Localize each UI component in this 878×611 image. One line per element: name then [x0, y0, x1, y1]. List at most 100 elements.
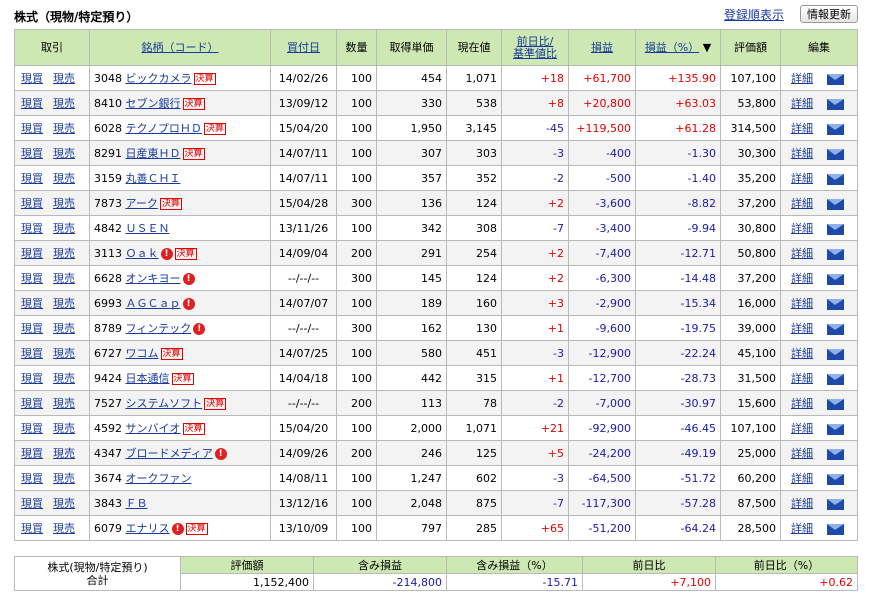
detail-link[interactable]: 詳細	[791, 122, 813, 135]
buy-link[interactable]: 現買	[21, 447, 43, 460]
buy-link[interactable]: 現買	[21, 522, 43, 535]
mail-icon[interactable]	[827, 323, 844, 335]
stock-name-link[interactable]: Ｏａｋ	[126, 247, 159, 260]
sell-link[interactable]: 現売	[53, 222, 75, 235]
detail-link[interactable]: 詳細	[791, 397, 813, 410]
detail-link[interactable]: 詳細	[791, 97, 813, 110]
sell-link[interactable]: 現売	[53, 347, 75, 360]
settlement-badge[interactable]: 決算	[174, 248, 197, 260]
buy-link[interactable]: 現買	[21, 497, 43, 510]
mail-icon[interactable]	[827, 123, 844, 135]
settlement-badge[interactable]: 決算	[185, 523, 208, 535]
sell-link[interactable]: 現売	[53, 397, 75, 410]
stock-name-link[interactable]: ＦＢ	[126, 497, 148, 510]
settlement-badge[interactable]: 決算	[160, 348, 183, 360]
mail-icon[interactable]	[827, 498, 844, 510]
mail-icon[interactable]	[827, 523, 844, 535]
settlement-badge[interactable]: 決算	[204, 398, 227, 410]
mail-icon[interactable]	[827, 398, 844, 410]
sell-link[interactable]: 現売	[53, 247, 75, 260]
detail-link[interactable]: 詳細	[791, 372, 813, 385]
header-plpct[interactable]: 損益（%） ▼	[635, 29, 721, 66]
refresh-button[interactable]: 情報更新	[800, 5, 858, 23]
buy-link[interactable]: 現買	[21, 322, 43, 335]
header-name[interactable]: 銘柄（コード）	[89, 29, 271, 66]
buy-link[interactable]: 現買	[21, 72, 43, 85]
buy-link[interactable]: 現買	[21, 472, 43, 485]
stock-name-link[interactable]: アーク	[126, 197, 158, 210]
detail-link[interactable]: 詳細	[791, 422, 813, 435]
stock-name-link[interactable]: オークファン	[126, 472, 192, 485]
sell-link[interactable]: 現売	[53, 372, 75, 385]
buy-link[interactable]: 現買	[21, 347, 43, 360]
stock-name-link[interactable]: ＵＳＥＮ	[126, 222, 170, 235]
buy-link[interactable]: 現買	[21, 422, 43, 435]
stock-name-link[interactable]: オンキヨー	[126, 272, 181, 285]
settlement-badge[interactable]: 決算	[182, 423, 205, 435]
buy-link[interactable]: 現買	[21, 122, 43, 135]
header-pl[interactable]: 損益	[568, 29, 636, 66]
sell-link[interactable]: 現売	[53, 172, 75, 185]
stock-name-link[interactable]: 日本通信	[126, 372, 170, 385]
detail-link[interactable]: 詳細	[791, 322, 813, 335]
sell-link[interactable]: 現売	[53, 497, 75, 510]
sell-link[interactable]: 現売	[53, 122, 75, 135]
alert-icon[interactable]: !	[193, 323, 206, 335]
mail-icon[interactable]	[827, 173, 844, 185]
stock-name-link[interactable]: ワコム	[126, 347, 159, 360]
buy-link[interactable]: 現買	[21, 297, 43, 310]
detail-link[interactable]: 詳細	[791, 72, 813, 85]
buy-link[interactable]: 現買	[21, 222, 43, 235]
stock-name-link[interactable]: ビックカメラ	[126, 72, 192, 85]
detail-link[interactable]: 詳細	[791, 197, 813, 210]
stock-name-link[interactable]: テクノプロＨＤ	[126, 122, 202, 135]
mail-icon[interactable]	[827, 348, 844, 360]
sell-link[interactable]: 現売	[53, 447, 75, 460]
sell-link[interactable]: 現売	[53, 72, 75, 85]
alert-icon[interactable]: !	[182, 273, 195, 285]
buy-link[interactable]: 現買	[21, 197, 43, 210]
mail-icon[interactable]	[827, 98, 844, 110]
buy-link[interactable]: 現買	[21, 97, 43, 110]
buy-link[interactable]: 現買	[21, 247, 43, 260]
sell-link[interactable]: 現売	[53, 422, 75, 435]
sort-order-link[interactable]: 登録順表示	[724, 6, 784, 23]
mail-icon[interactable]	[827, 423, 844, 435]
buy-link[interactable]: 現買	[21, 397, 43, 410]
settlement-badge[interactable]: 決算	[182, 148, 205, 160]
header-change[interactable]: 前日比/基準値比	[501, 29, 569, 66]
alert-icon[interactable]: !	[182, 298, 195, 310]
sell-link[interactable]: 現売	[53, 272, 75, 285]
alert-icon[interactable]: !	[171, 523, 184, 535]
detail-link[interactable]: 詳細	[791, 147, 813, 160]
stock-name-link[interactable]: ブロードメディア	[126, 447, 213, 460]
mail-icon[interactable]	[827, 373, 844, 385]
detail-link[interactable]: 詳細	[791, 522, 813, 535]
stock-name-link[interactable]: システムソフト	[126, 397, 203, 410]
sell-link[interactable]: 現売	[53, 97, 75, 110]
mail-icon[interactable]	[827, 248, 844, 260]
mail-icon[interactable]	[827, 148, 844, 160]
settlement-badge[interactable]: 決算	[193, 73, 216, 85]
stock-name-link[interactable]: エナリス	[126, 522, 170, 535]
stock-name-link[interactable]: フィンテック	[126, 322, 192, 335]
mail-icon[interactable]	[827, 473, 844, 485]
detail-link[interactable]: 詳細	[791, 447, 813, 460]
detail-link[interactable]: 詳細	[791, 247, 813, 260]
mail-icon[interactable]	[827, 273, 844, 285]
detail-link[interactable]: 詳細	[791, 497, 813, 510]
settlement-badge[interactable]: 決算	[203, 123, 226, 135]
stock-name-link[interactable]: 丸善ＣＨＩ	[126, 172, 181, 185]
sell-link[interactable]: 現売	[53, 197, 75, 210]
header-date[interactable]: 買付日	[270, 29, 337, 66]
sell-link[interactable]: 現売	[53, 472, 75, 485]
buy-link[interactable]: 現買	[21, 272, 43, 285]
detail-link[interactable]: 詳細	[791, 472, 813, 485]
settlement-badge[interactable]: 決算	[182, 98, 205, 110]
settlement-badge[interactable]: 決算	[159, 198, 182, 210]
stock-name-link[interactable]: ＡＧＣａｐ	[126, 297, 181, 310]
stock-name-link[interactable]: サンバイオ	[126, 422, 181, 435]
sell-link[interactable]: 現売	[53, 147, 75, 160]
detail-link[interactable]: 詳細	[791, 222, 813, 235]
mail-icon[interactable]	[827, 223, 844, 235]
